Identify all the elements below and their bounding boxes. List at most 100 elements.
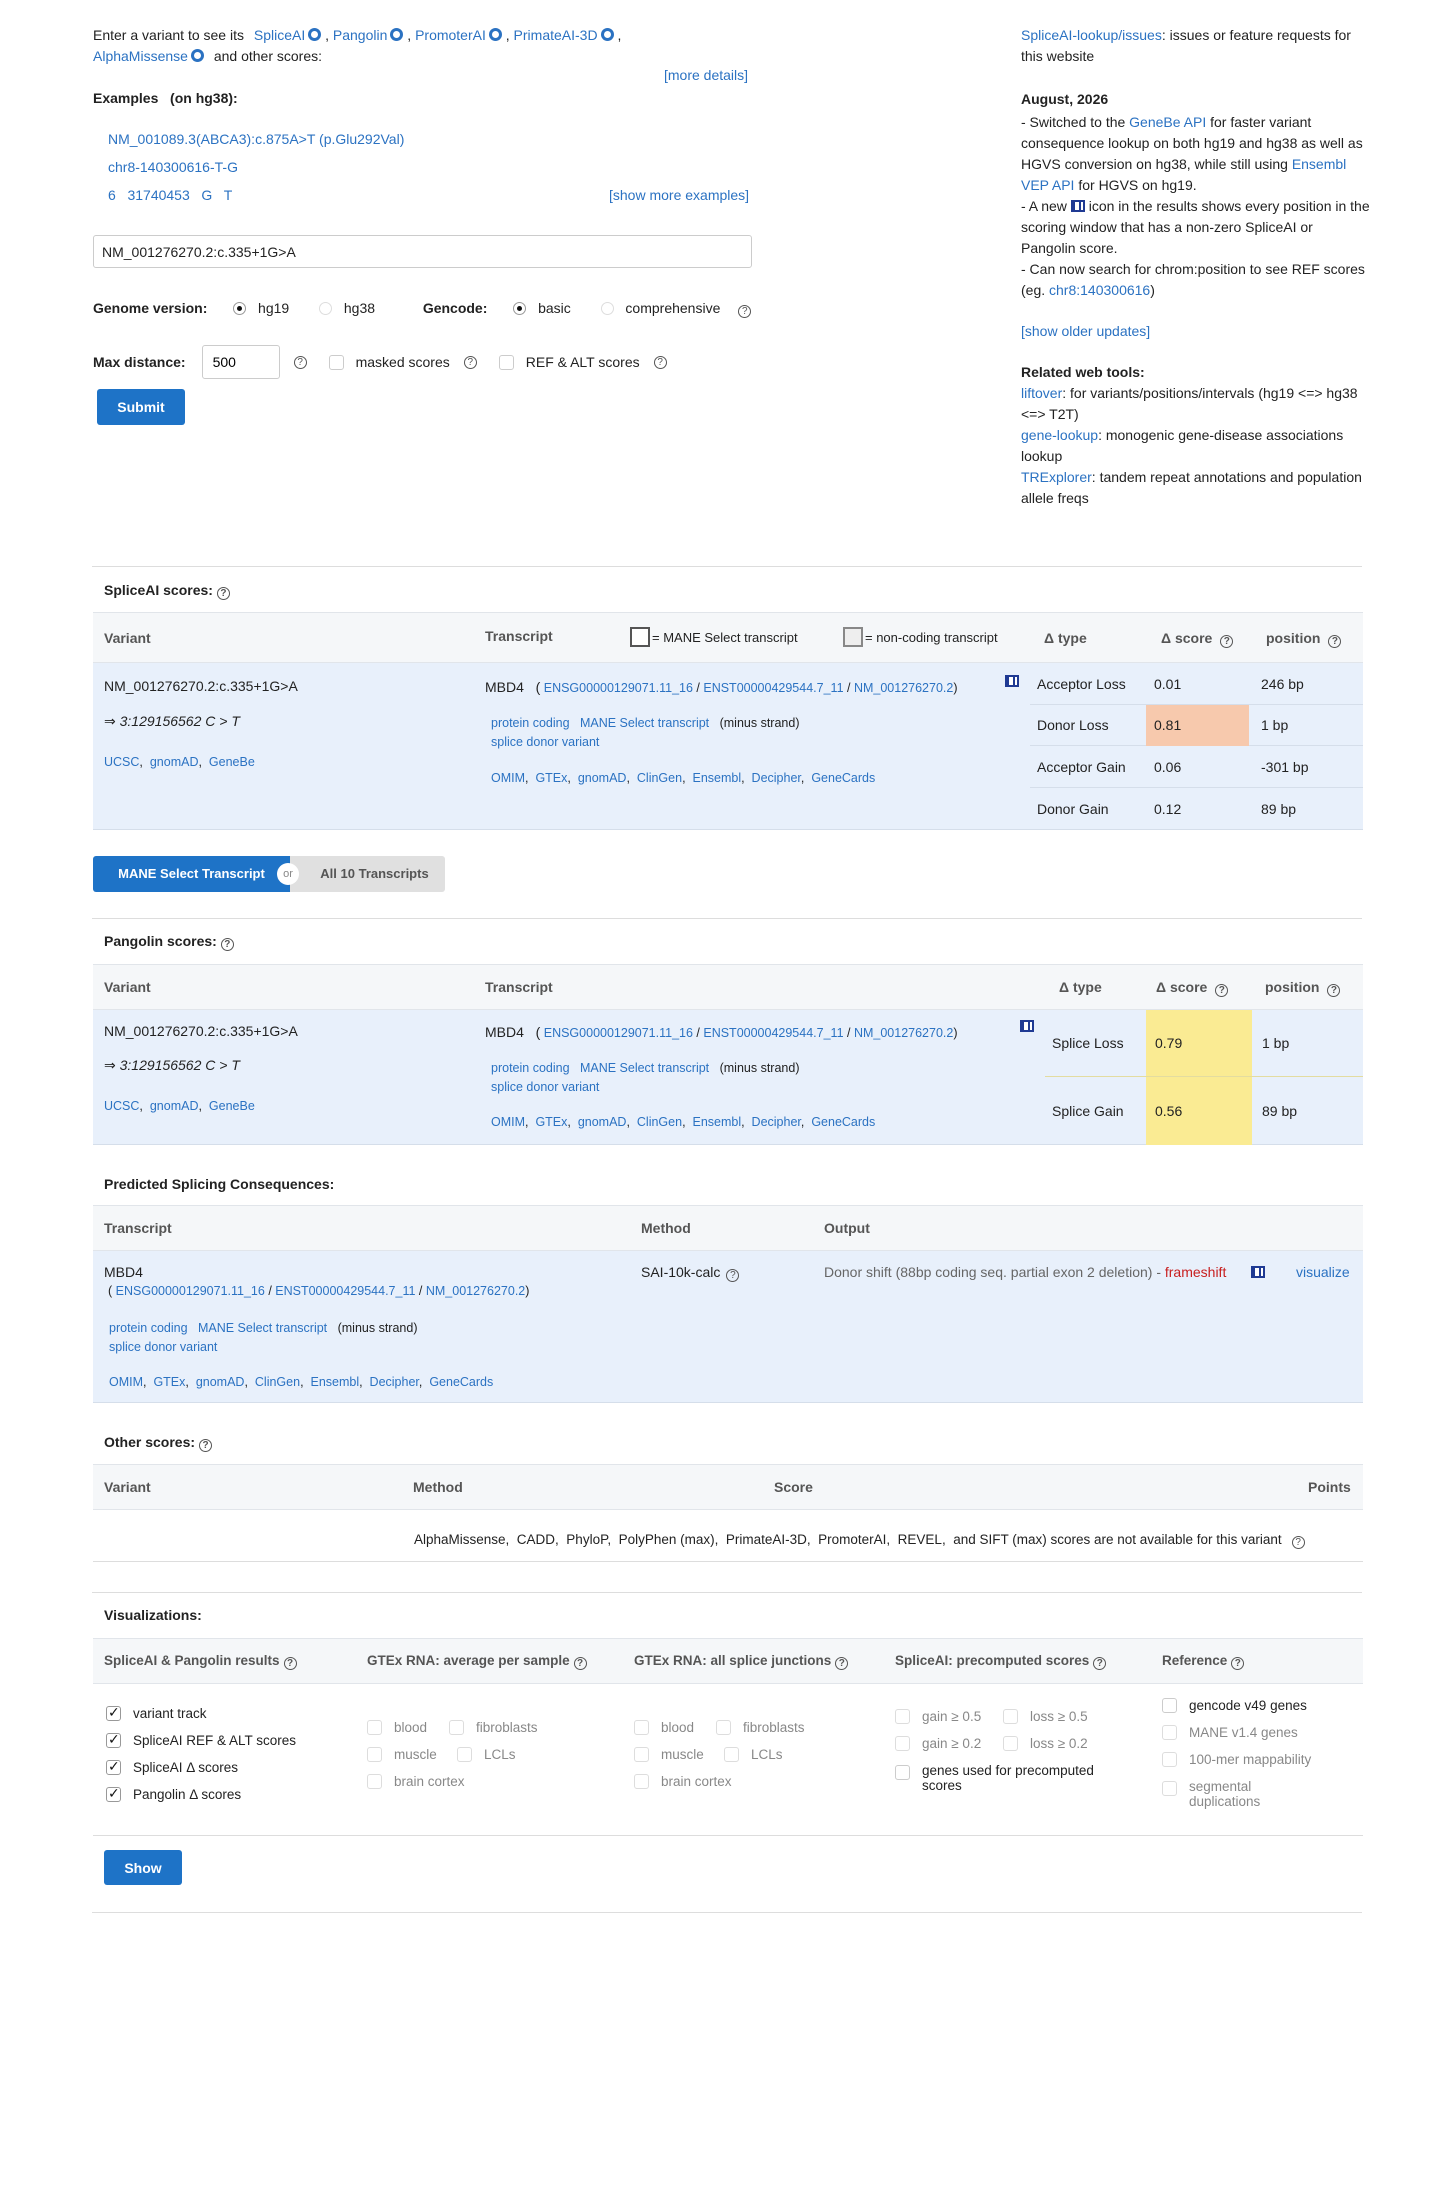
ucsc-link[interactable]: UCSC — [104, 755, 139, 769]
genebe-api-link[interactable]: GeneBe API — [1129, 114, 1206, 130]
clingen-link[interactable]: ClinGen — [637, 771, 682, 785]
link-primateai[interactable]: PrimateAI-3D — [514, 27, 598, 43]
radio-hg19[interactable] — [233, 302, 247, 315]
enst-link[interactable]: ENST00000429544.7_11 — [275, 1284, 415, 1298]
viz-option[interactable]: brain cortex — [634, 1774, 732, 1789]
show-button[interactable]: Show — [104, 1850, 182, 1885]
help-icon[interactable]: ? — [653, 355, 667, 369]
junc-muscle-checkbox[interactable] — [634, 1747, 649, 1762]
viz-option[interactable]: gencode v49 genes — [1162, 1698, 1307, 1713]
show-more-examples-link[interactable]: [show more examples] — [609, 187, 749, 203]
issues-link[interactable]: SpliceAI-lookup/issues — [1021, 27, 1162, 43]
help-icon[interactable]: ? — [1327, 984, 1341, 997]
viz-option[interactable]: LCLs — [724, 1747, 783, 1762]
junc-brain-checkbox[interactable] — [634, 1774, 649, 1789]
viz-option[interactable]: variant track — [106, 1704, 207, 1721]
enst-link[interactable]: ENST00000429544.7_11 — [703, 1026, 843, 1040]
genecards-link[interactable]: GeneCards — [429, 1375, 493, 1389]
example-3[interactable]: 6 31740453 G T — [108, 187, 232, 203]
gene-lookup-link[interactable]: gene-lookup — [1021, 427, 1098, 443]
radio-basic[interactable] — [513, 302, 527, 315]
junc-blood-checkbox[interactable] — [634, 1720, 649, 1735]
genebe-link[interactable]: GeneBe — [209, 755, 255, 769]
precomputed-genes-checkbox[interactable] — [895, 1765, 910, 1780]
ensembl-link[interactable]: Ensembl — [310, 1375, 359, 1389]
github-icon[interactable] — [600, 28, 614, 41]
table-icon[interactable] — [1020, 1020, 1034, 1032]
example-position-link[interactable]: chr8:140300616 — [1049, 282, 1150, 298]
ensembl-link[interactable]: Ensembl — [692, 1115, 741, 1129]
github-icon[interactable] — [488, 28, 502, 41]
spliceai-delta-checkbox[interactable] — [106, 1758, 121, 1775]
segdup-checkbox[interactable] — [1162, 1781, 1177, 1796]
omim-link[interactable]: OMIM — [491, 1115, 525, 1129]
viz-option[interactable]: gain ≥ 0.2 — [895, 1736, 981, 1751]
github-icon[interactable] — [390, 28, 404, 41]
help-icon[interactable]: ? — [220, 938, 234, 951]
link-spliceai[interactable]: SpliceAI — [254, 27, 305, 43]
masked-scores-checkbox[interactable] — [328, 354, 344, 370]
table-icon[interactable] — [1251, 1266, 1265, 1278]
consequence-link[interactable]: splice donor variant — [491, 735, 599, 749]
example-1[interactable]: NM_001089.3(ABCA3):c.875A>T (p.Glu292Val… — [108, 131, 404, 147]
tag-mane-select[interactable]: MANE Select transcript — [580, 716, 709, 730]
link-pangolin[interactable]: Pangolin — [333, 27, 388, 43]
viz-option[interactable]: genes used for precomputed scores — [895, 1763, 1125, 1793]
viz-option[interactable]: MANE v1.4 genes — [1162, 1725, 1298, 1740]
ucsc-link[interactable]: UCSC — [104, 1099, 139, 1113]
radio-hg38[interactable] — [318, 302, 332, 315]
mane-genes-checkbox[interactable] — [1162, 1725, 1177, 1740]
gnomad-link[interactable]: gnomAD — [578, 771, 627, 785]
refseq-link[interactable]: NM_001276270.2 — [854, 681, 953, 695]
radio-comprehensive[interactable] — [600, 302, 614, 315]
help-icon[interactable]: ? — [216, 587, 230, 600]
decipher-link[interactable]: Decipher — [752, 1115, 801, 1129]
tag-mane-select[interactable]: MANE Select transcript — [580, 1061, 709, 1075]
ensg-link[interactable]: ENSG00000129071.11_16 — [544, 1026, 693, 1040]
tag-protein-coding[interactable]: protein coding — [491, 1061, 570, 1075]
viz-option[interactable]: loss ≥ 0.2 — [1003, 1736, 1088, 1751]
older-updates-link[interactable]: [show older updates] — [1021, 321, 1371, 342]
decipher-link[interactable]: Decipher — [370, 1375, 419, 1389]
omim-link[interactable]: OMIM — [491, 771, 525, 785]
help-icon[interactable]: ? — [1231, 1657, 1245, 1670]
help-icon[interactable]: ? — [738, 305, 752, 318]
gtex-blood-checkbox[interactable] — [367, 1720, 382, 1735]
gtex-fibroblasts-checkbox[interactable] — [449, 1720, 464, 1735]
submit-button[interactable]: Submit — [97, 389, 185, 425]
tag-mane-select[interactable]: MANE Select transcript — [198, 1321, 327, 1335]
variant-track-checkbox[interactable] — [106, 1704, 121, 1721]
mappability-checkbox[interactable] — [1162, 1752, 1177, 1767]
gnomad-link[interactable]: gnomAD — [150, 1099, 199, 1113]
help-icon[interactable]: ? — [835, 1657, 849, 1670]
viz-option[interactable]: SpliceAI Δ scores — [106, 1758, 238, 1775]
gtex-link[interactable]: GTEx — [535, 771, 567, 785]
genecards-link[interactable]: GeneCards — [811, 1115, 875, 1129]
viz-option[interactable]: LCLs — [457, 1747, 516, 1762]
help-icon[interactable]: ? — [1215, 984, 1229, 997]
consequence-link[interactable]: splice donor variant — [491, 1080, 599, 1094]
help-icon[interactable]: ? — [726, 1269, 740, 1282]
viz-option[interactable]: fibroblasts — [449, 1720, 538, 1735]
gtex-link[interactable]: GTEx — [153, 1375, 185, 1389]
visualize-link[interactable]: visualize — [1296, 1264, 1350, 1280]
ref-alt-scores-checkbox[interactable] — [106, 1731, 121, 1748]
genecards-link[interactable]: GeneCards — [811, 771, 875, 785]
refseq-link[interactable]: NM_001276270.2 — [426, 1284, 525, 1298]
viz-option[interactable]: muscle — [367, 1747, 437, 1762]
junc-lcls-checkbox[interactable] — [724, 1747, 739, 1762]
github-icon[interactable] — [190, 49, 204, 62]
ensg-link[interactable]: ENSG00000129071.11_16 — [544, 681, 693, 695]
refseq-link[interactable]: NM_001276270.2 — [854, 1026, 953, 1040]
link-alphamissense[interactable]: AlphaMissense — [93, 48, 188, 64]
help-icon[interactable]: ? — [293, 355, 307, 369]
gnomad-link[interactable]: gnomAD — [578, 1115, 627, 1129]
example-2[interactable]: chr8-140300616-T-G — [108, 159, 238, 175]
help-icon[interactable]: ? — [283, 1657, 297, 1670]
help-icon[interactable]: ? — [1291, 1536, 1305, 1549]
gencode-genes-checkbox[interactable] — [1162, 1698, 1177, 1713]
ensembl-link[interactable]: Ensembl — [692, 771, 741, 785]
loss-05-checkbox[interactable] — [1003, 1709, 1018, 1724]
omim-link[interactable]: OMIM — [109, 1375, 143, 1389]
help-icon[interactable]: ? — [573, 1657, 587, 1670]
